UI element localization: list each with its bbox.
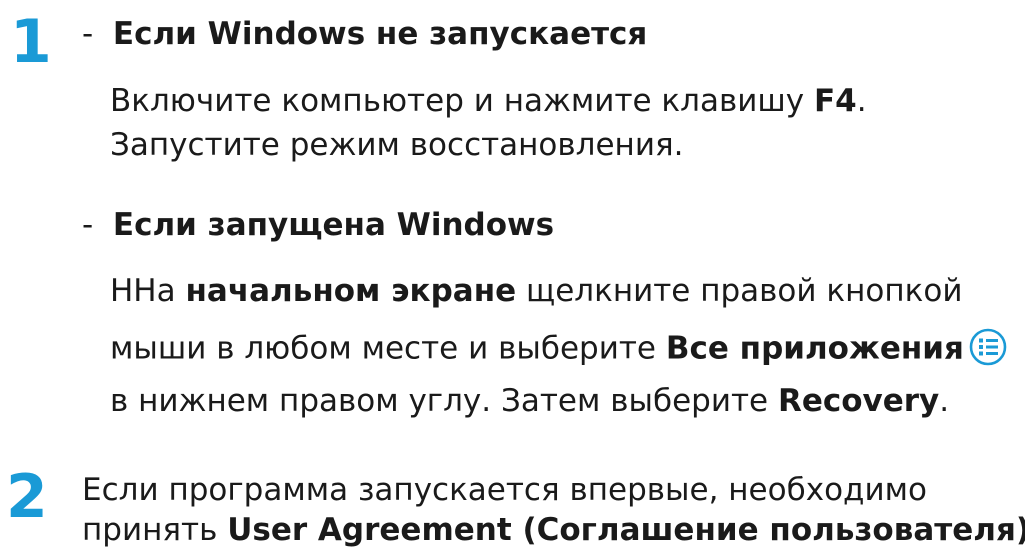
- case-2-line-2-prefix: мыши в любом месте и выберите: [110, 330, 666, 367]
- step-1-case-2-heading: - Если запущена Windows: [82, 210, 554, 241]
- all-apps-label: Все приложения: [665, 330, 964, 367]
- case-2-instruction-line-1: ННа начальном экране щелкните правой кно…: [110, 276, 962, 307]
- start-screen-label: начальном экране: [185, 273, 517, 309]
- dash: -: [82, 16, 94, 52]
- case-1-line-1-text: Включите компьютер и нажмите клавишу: [110, 83, 814, 119]
- case-2-instruction-line-3: в нижнем правом углу. Затем выберите Rec…: [110, 386, 949, 417]
- step-2-line-1: Если программа запускается впервые, необ…: [82, 472, 927, 508]
- case-2-line-3-prefix: в нижнем правом углу. Затем выберите: [110, 383, 778, 419]
- step-2-line-2: принять User Agreement (Соглашение польз…: [82, 515, 1025, 546]
- case-2-heading-text: Если запущена Windows: [112, 207, 555, 243]
- recovery-label: Recovery: [777, 383, 940, 419]
- period: .: [939, 383, 950, 419]
- case-1-instruction-line-2: Запустите режим восстановления.: [110, 127, 684, 163]
- user-agreement-label: User Agreement (Соглашение пользователя): [227, 512, 1025, 548]
- dash: -: [82, 207, 94, 243]
- case-2-line-1-suffix: щелкните правой кнопкой: [516, 273, 963, 309]
- step-1-number: 1: [10, 7, 52, 77]
- step-1-case-1-heading: - Если Windows не запускается: [82, 19, 647, 50]
- all-apps-icon: [968, 327, 1008, 367]
- case-2-instruction-line-2: мыши в любом месте и выберите Все прилож…: [110, 327, 1008, 370]
- case-2-line-1-prefix: ННа: [110, 273, 186, 309]
- period: .: [856, 83, 867, 119]
- case-1-instruction-line-1: Включите компьютер и нажмите клавишу F4.: [110, 86, 867, 117]
- step-2-number: 2: [6, 462, 48, 532]
- f4-key-label: F4: [813, 83, 857, 119]
- case-1-heading-text: Если Windows не запускается: [112, 16, 648, 52]
- step-2-line-2-prefix: принять: [82, 512, 228, 548]
